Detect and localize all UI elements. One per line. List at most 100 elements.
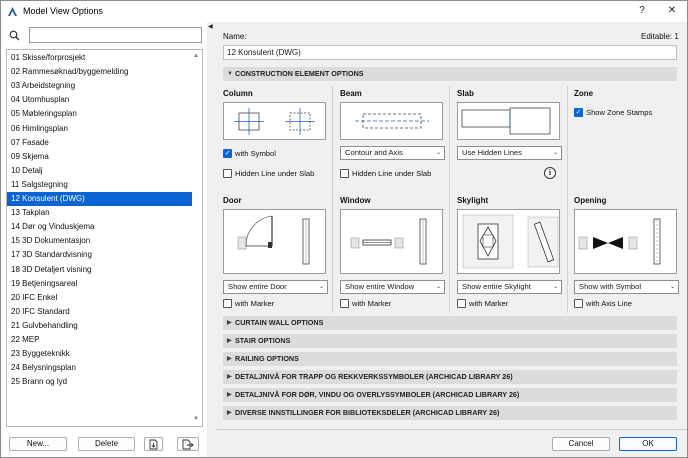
door-window-detail-header[interactable]: ▶ DETALJNIVÅ FOR DØR, VINDU OG OVERLYSSY… (223, 388, 677, 402)
collapse-arrow-icon[interactable]: ◀ (208, 23, 213, 30)
door-marker-checkbox[interactable] (223, 299, 232, 308)
new-button[interactable]: New... (9, 437, 67, 451)
name-label: Name: (223, 32, 247, 41)
column-separator (449, 86, 450, 313)
slab-display-dropdown[interactable]: Use Hidden Lines ⌄ (457, 146, 562, 160)
view-list[interactable]: ▲ ▼ 01 Skisse/forprosjekt 02 Rammesøknad/… (6, 49, 203, 427)
stair-railing-detail-header[interactable]: ▶ DETALJNIVÅ FOR TRAPP OG REKKVERKSSYMBO… (223, 370, 677, 384)
opening-title: Opening (574, 196, 607, 205)
scroll-down-arrow-icon[interactable]: ▼ (192, 416, 200, 424)
list-item[interactable]: 22 MEP (7, 333, 192, 347)
import-icon (149, 439, 158, 450)
list-item[interactable]: 12 Konsulent (DWG) (7, 192, 192, 206)
beam-preview (340, 102, 443, 140)
door-preview-image (237, 215, 310, 265)
list-item[interactable]: 01 Skisse/forprosjekt (7, 51, 192, 65)
name-field[interactable]: 12 Konsulent (DWG) (223, 45, 677, 60)
collapsed-triangle-icon: ▶ (227, 392, 232, 398)
beam-title: Beam (340, 89, 362, 98)
chevron-down-icon: ⌄ (435, 284, 441, 290)
collapsed-triangle-icon: ▶ (227, 410, 232, 416)
search-input[interactable] (29, 27, 202, 43)
delete-button[interactable]: Delete (78, 437, 135, 451)
construction-options-header[interactable]: ▼ CONSTRUCTION ELEMENT OPTIONS (223, 67, 677, 81)
list-item[interactable]: 21 Gulvbehandling (7, 319, 192, 333)
skylight-marker-checkbox[interactable] (457, 299, 466, 308)
export-button[interactable] (177, 437, 199, 451)
with-symbol-checkbox[interactable]: ✓ (223, 149, 232, 158)
opening-display-dropdown[interactable]: Show with Symbol ⌄ (574, 280, 679, 294)
door-preview (223, 209, 326, 274)
window-preview (340, 209, 443, 274)
help-button[interactable]: ? (634, 4, 650, 18)
door-display-dropdown[interactable]: Show entire Door ⌄ (223, 280, 328, 294)
list-item[interactable]: 11 Salgstegning (7, 178, 192, 192)
list-item[interactable]: 20 IFC Standard (7, 305, 192, 319)
expanded-triangle-icon: ▼ (227, 71, 233, 77)
scroll-up-arrow-icon[interactable]: ▲ (192, 53, 200, 61)
curtain-wall-options-header[interactable]: ▶ CURTAIN WALL OPTIONS (223, 316, 677, 330)
skylight-preview (457, 209, 560, 274)
skylight-marker-label: with Marker (469, 299, 509, 308)
list-item[interactable]: 17 3D Standardvisning (7, 248, 192, 262)
import-button[interactable] (144, 437, 163, 451)
chevron-down-icon: ⌄ (552, 150, 558, 156)
skylight-display-value: Show entire Skylight (462, 282, 531, 291)
column-hidden-line-checkbox[interactable] (223, 169, 232, 178)
beam-hidden-line-label: Hidden Line under Slab (352, 169, 432, 178)
list-item[interactable]: 06 Himlingsplan (7, 122, 192, 136)
list-item[interactable]: 04 Utomhusplan (7, 93, 192, 107)
list-item[interactable]: 18 3D Detaljert visning (7, 263, 192, 277)
skylight-title: Skylight (457, 196, 489, 205)
list-item[interactable]: 19 Betjeningsareal (7, 277, 192, 291)
construction-options-title: CONSTRUCTION ELEMENT OPTIONS (235, 69, 364, 78)
cancel-button[interactable]: Cancel (552, 437, 610, 451)
list-item[interactable]: 13 Takplan (7, 206, 192, 220)
opening-axis-line-checkbox[interactable] (574, 299, 583, 308)
skylight-display-dropdown[interactable]: Show entire Skylight ⌄ (457, 280, 562, 294)
railing-options-header[interactable]: ▶ RAILING OPTIONS (223, 352, 677, 366)
window-display-dropdown[interactable]: Show entire Window ⌄ (340, 280, 445, 294)
list-item[interactable]: 05 Møbleringsplan (7, 107, 192, 121)
chevron-down-icon: ⌄ (435, 150, 441, 156)
library-settings-header[interactable]: ▶ DIVERSE INNSTILLINGER FOR BIBLIOTEKSDE… (223, 406, 677, 420)
collapsed-triangle-icon: ▶ (227, 374, 232, 380)
window-marker-checkbox[interactable] (340, 299, 349, 308)
section-title: DIVERSE INNSTILLINGER FOR BIBLIOTEKSDELE… (235, 408, 500, 417)
zone-title: Zone (574, 89, 594, 98)
column-preview (223, 102, 326, 140)
pane-splitter[interactable] (207, 22, 213, 457)
list-item[interactable]: 14 Dør og Vinduskjema (7, 220, 192, 234)
door-marker-label: with Marker (235, 299, 275, 308)
chevron-down-icon: ⌄ (669, 284, 675, 290)
close-button[interactable]: ✕ (664, 4, 680, 18)
beam-display-value: Contour and Axis (345, 148, 403, 157)
archicad-app-icon (8, 7, 17, 16)
chevron-down-icon: ⌄ (552, 284, 558, 290)
beam-hidden-line-checkbox[interactable] (340, 169, 349, 178)
column-title: Column (223, 89, 253, 98)
list-item[interactable]: 03 Arbeidstegning (7, 79, 192, 93)
door-title: Door (223, 196, 242, 205)
footer-divider (217, 429, 687, 430)
slab-title: Slab (457, 89, 474, 98)
dialog-window: Model View Options ? ✕ ▲ ▼ 01 Skisse/for… (0, 0, 688, 458)
collapsed-triangle-icon: ▶ (227, 356, 232, 362)
list-item[interactable]: 20 IFC Enkel (7, 291, 192, 305)
column-hidden-line-label: Hidden Line under Slab (235, 169, 315, 178)
stair-options-header[interactable]: ▶ STAIR OPTIONS (223, 334, 677, 348)
info-icon[interactable]: i (544, 167, 556, 179)
beam-display-dropdown[interactable]: Contour and Axis ⌄ (340, 146, 445, 160)
opening-preview (574, 209, 677, 274)
list-item[interactable]: 15 3D Dokumentasjon (7, 234, 192, 248)
list-item[interactable]: 24 Belysningsplan (7, 361, 192, 375)
show-zone-stamps-checkbox[interactable]: ✓ (574, 108, 583, 117)
list-item[interactable]: 25 Brann og lyd (7, 375, 192, 389)
ok-button[interactable]: OK (619, 437, 677, 451)
list-item[interactable]: 10 Detalj (7, 164, 192, 178)
list-item[interactable]: 02 Rammesøknad/byggemelding (7, 65, 192, 79)
section-title: RAILING OPTIONS (235, 354, 299, 363)
list-item[interactable]: 07 Fasade (7, 136, 192, 150)
list-item[interactable]: 23 Byggeteknikk (7, 347, 192, 361)
list-item[interactable]: 09 Skjema (7, 150, 192, 164)
